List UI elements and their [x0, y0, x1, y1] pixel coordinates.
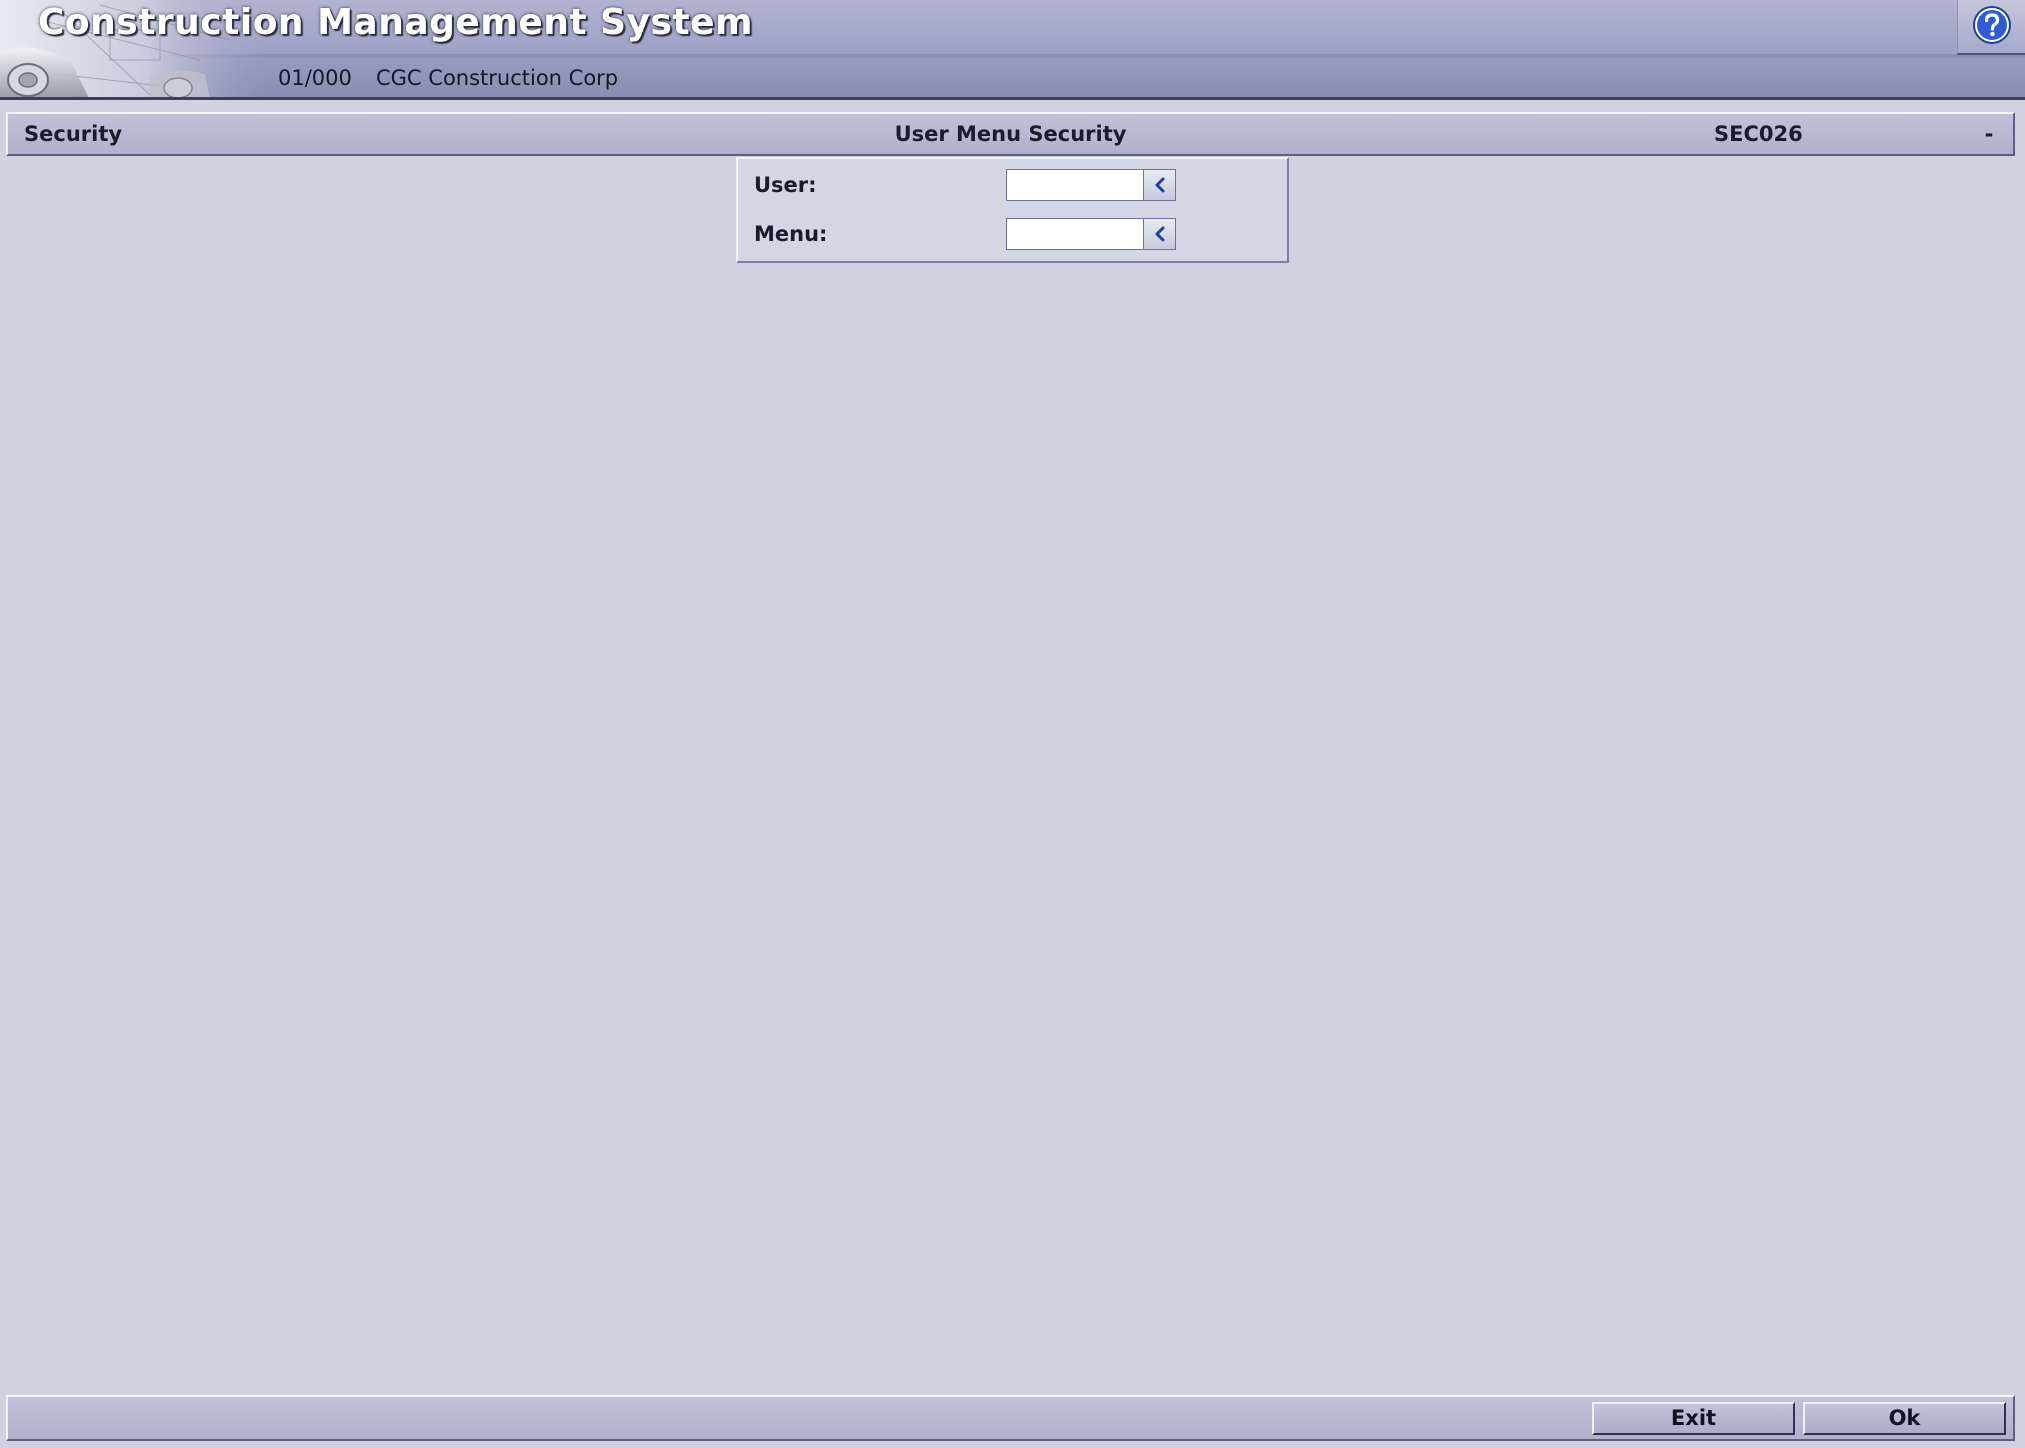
user-label: User:: [754, 173, 817, 197]
ok-button[interactable]: Ok: [1803, 1402, 2006, 1435]
app-header: Construction Management System 01/000 CG…: [0, 0, 2025, 100]
user-menu-form: User: Menu:: [736, 157, 1289, 263]
company-name: CGC Construction Corp: [376, 66, 619, 90]
screen-code: SEC026: [1714, 122, 1803, 146]
chevron-left-icon: [1155, 226, 1164, 242]
menu-input[interactable]: [1006, 218, 1144, 250]
menu-label: Menu:: [754, 222, 828, 246]
screen-title: User Menu Security: [894, 122, 1127, 146]
user-input[interactable]: [1006, 169, 1144, 201]
exit-button[interactable]: Exit: [1592, 1402, 1795, 1435]
chevron-left-icon: [1155, 177, 1164, 193]
help-button[interactable]: [1957, 0, 2025, 55]
menu-lookup-button[interactable]: [1144, 218, 1176, 250]
user-lookup-button[interactable]: [1144, 169, 1176, 201]
minimize-button[interactable]: -: [1979, 114, 1999, 154]
app-title: Construction Management System: [38, 2, 754, 43]
screen-title-bar: Security User Menu Security SEC026 -: [6, 112, 2015, 156]
module-name: Security: [24, 122, 123, 146]
company-code: 01/000: [278, 66, 352, 90]
bottom-action-bar: Exit Ok: [6, 1395, 2015, 1441]
question-mark-icon: [1973, 6, 2011, 44]
